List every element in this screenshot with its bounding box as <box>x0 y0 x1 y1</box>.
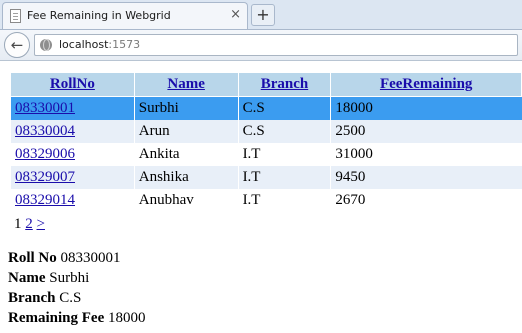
select-row-link[interactable]: 08330004 <box>15 123 75 139</box>
globe-icon <box>40 39 52 51</box>
fee-cell: 2670 <box>330 189 522 212</box>
new-tab-button[interactable]: + <box>251 4 275 26</box>
select-row-link[interactable]: 08329014 <box>15 192 75 208</box>
fee-webgrid: RollNo Name Branch FeeRemaining 08330001… <box>10 72 522 236</box>
tab-strip: Fee Remaining in Webgrid × + <box>0 0 522 29</box>
name-cell: Anubhav <box>133 189 239 212</box>
select-row-link[interactable]: 08330001 <box>15 100 75 116</box>
detail-branch-value: C.S <box>59 290 82 306</box>
pager-next-link[interactable]: > <box>37 216 45 232</box>
branch-cell: C.S <box>237 120 331 143</box>
header-rollno[interactable]: RollNo <box>10 72 135 97</box>
selected-record-details: Roll No 08330001 Name Surbhi Branch C.S … <box>8 248 145 328</box>
back-button[interactable]: ← <box>4 32 30 58</box>
detail-name-label: Name <box>8 270 46 286</box>
name-cell: Arun <box>133 120 239 143</box>
table-row[interactable]: 08330001 Surbhi C.S 18000 <box>10 96 522 120</box>
branch-cell: I.T <box>237 189 331 212</box>
detail-fee-value: 18000 <box>107 310 146 326</box>
header-row: RollNo Name Branch FeeRemaining <box>10 72 522 97</box>
url-text[interactable]: localhost:1573 <box>59 38 140 51</box>
page-icon <box>10 9 21 23</box>
rollno-cell: 08329006 <box>10 143 135 166</box>
header-name[interactable]: Name <box>133 72 239 97</box>
fee-cell: 31000 <box>330 143 522 166</box>
detail-rollno-label: Roll No <box>8 250 57 266</box>
detail-name-value: Surbhi <box>49 270 90 286</box>
detail-fee-label: Remaining Fee <box>8 310 105 326</box>
fee-cell: 2500 <box>330 120 522 143</box>
rollno-cell: 08330001 <box>10 96 135 120</box>
sort-rollno-link[interactable]: RollNo <box>50 76 95 92</box>
sort-name-link[interactable]: Name <box>167 76 205 92</box>
detail-fee: Remaining Fee 18000 <box>8 308 145 328</box>
branch-cell: I.T <box>237 166 331 189</box>
select-row-link[interactable]: 08329006 <box>15 146 75 162</box>
close-tab-icon[interactable]: × <box>230 7 241 23</box>
branch-cell: C.S <box>237 96 331 120</box>
detail-rollno-value: 08330001 <box>60 250 121 266</box>
name-cell: Ankita <box>133 143 239 166</box>
url-port: :1573 <box>108 38 141 51</box>
name-cell: Surbhi <box>133 96 239 120</box>
navigation-bar: ← localhost:1573 <box>0 29 522 61</box>
fee-table: RollNo Name Branch FeeRemaining 08330001… <box>10 72 522 212</box>
table-row[interactable]: 08330004 Arun C.S 2500 <box>10 120 522 143</box>
fee-cell: 9450 <box>330 166 522 189</box>
rollno-cell: 08329014 <box>10 189 135 212</box>
browser-tab[interactable]: Fee Remaining in Webgrid × <box>2 2 248 29</box>
detail-name: Name Surbhi <box>8 268 145 288</box>
header-branch[interactable]: Branch <box>237 72 332 97</box>
sort-branch-link[interactable]: Branch <box>261 76 309 92</box>
address-bar[interactable]: localhost:1573 <box>34 34 518 56</box>
sort-feeremaining-link[interactable]: FeeRemaining <box>380 76 472 92</box>
fee-cell: 18000 <box>330 96 522 120</box>
table-row[interactable]: 08329007 Anshika I.T 9450 <box>10 166 522 189</box>
detail-branch: Branch C.S <box>8 288 145 308</box>
rollno-cell: 08329007 <box>10 166 135 189</box>
pager-page-2-link[interactable]: 2 <box>25 216 33 232</box>
detail-branch-label: Branch <box>8 290 56 306</box>
select-row-link[interactable]: 08329007 <box>15 169 75 185</box>
tab-title: Fee Remaining in Webgrid <box>27 9 171 22</box>
header-feeremaining[interactable]: FeeRemaining <box>330 72 522 97</box>
name-cell: Anshika <box>133 166 239 189</box>
pager: 1 2 > <box>10 212 522 236</box>
url-host: localhost <box>59 38 109 51</box>
pager-current-page: 1 <box>14 216 22 232</box>
branch-cell: I.T <box>237 143 331 166</box>
rollno-cell: 08330004 <box>10 120 135 143</box>
table-row[interactable]: 08329006 Ankita I.T 31000 <box>10 143 522 166</box>
table-row[interactable]: 08329014 Anubhav I.T 2670 <box>10 189 522 212</box>
detail-rollno: Roll No 08330001 <box>8 248 145 268</box>
